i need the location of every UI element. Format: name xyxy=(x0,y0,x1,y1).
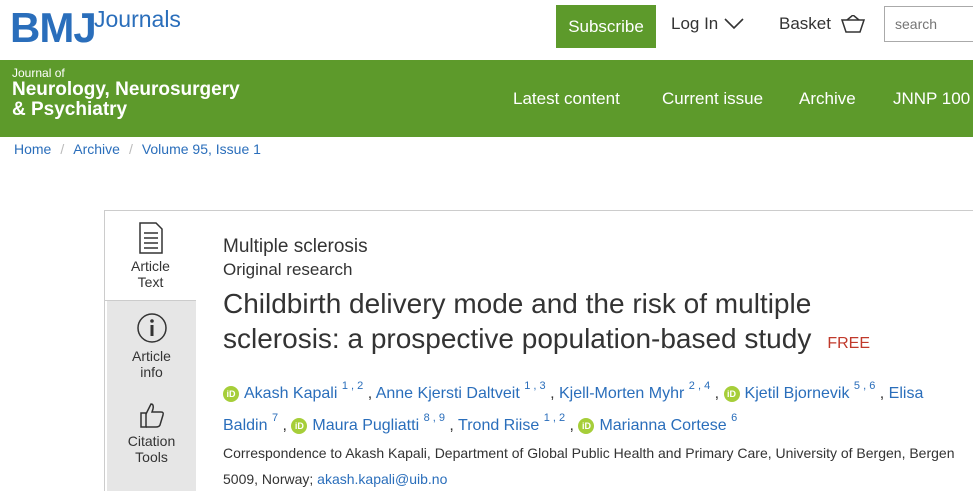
article-title-text: Childbirth delivery mode and the risk of… xyxy=(223,288,812,354)
journal-title-line2: & Psychiatry xyxy=(12,99,128,120)
breadcrumb-issue[interactable]: Volume 95, Issue 1 xyxy=(142,141,261,157)
author-list: iD Akash Kapali 1 , 2 , Anne Kjersti Dalt… xyxy=(223,380,924,435)
login-button[interactable]: Log In xyxy=(671,14,744,34)
tool-article-info[interactable]: Article info xyxy=(106,312,197,380)
author-affiliation[interactable]: 1 , 2 xyxy=(342,380,363,392)
search-input[interactable] xyxy=(884,6,973,42)
author-name[interactable]: Kjell-Morten Myhr xyxy=(559,385,684,402)
orcid-icon[interactable]: iD xyxy=(223,386,239,402)
nav-archive[interactable]: Archive xyxy=(799,89,856,109)
author-affiliation[interactable]: 2 , 4 xyxy=(689,380,710,392)
tool-article-info-label2: info xyxy=(140,364,163,380)
basket-icon xyxy=(840,15,865,33)
journal-title-line1: Neurology, Neurosurgery xyxy=(12,79,240,100)
correspondence-email-link[interactable]: akash.kapali@uib.no xyxy=(317,471,447,487)
author-name[interactable]: Akash Kapali xyxy=(244,385,337,402)
top-bar: BMJ Journals Subscribe Log In Basket xyxy=(0,0,973,60)
free-access-badge: FREE xyxy=(827,335,870,352)
author-item: Trond Riise 1 , 2 xyxy=(458,413,565,435)
tool-citation-tools-label1: Citation xyxy=(127,433,176,449)
orcid-icon[interactable]: iD xyxy=(291,418,308,434)
breadcrumb-home[interactable]: Home xyxy=(14,141,51,157)
tool-article-text-label1: Article xyxy=(131,258,170,274)
info-icon xyxy=(136,313,167,343)
login-label: Log In xyxy=(671,14,719,33)
author-item: iD Maura Pugliatti 8 , 9 xyxy=(291,413,445,434)
orcid-icon[interactable]: iD xyxy=(578,418,595,434)
author-affiliation[interactable]: 1 , 2 xyxy=(544,412,565,424)
tool-article-text[interactable]: Article Text xyxy=(105,212,196,301)
author-item: iD Kjetil Bjornevik 5 , 6 xyxy=(723,381,875,402)
chevron-down-icon xyxy=(724,18,744,30)
journal-title-prefix: Journal of xyxy=(12,66,65,80)
author-item: Kjell-Morten Myhr 2 , 4 xyxy=(559,381,710,403)
author-affiliation[interactable]: 7 xyxy=(272,412,278,424)
author-item: iD Akash Kapali 1 , 2 xyxy=(223,381,363,402)
subscribe-button[interactable]: Subscribe xyxy=(556,5,656,48)
author-affiliation[interactable]: 6 xyxy=(731,412,737,424)
basket-label: Basket xyxy=(779,14,831,33)
journals-logo-text: Journals xyxy=(94,6,181,32)
author-affiliation[interactable]: 8 , 9 xyxy=(424,412,445,424)
bmj-logo-text: BMJ xyxy=(10,4,97,51)
journal-nav-bar: Journal of Neurology, Neurosurgery & Psy… xyxy=(0,60,973,137)
basket-button[interactable]: Basket xyxy=(779,14,865,34)
tool-citation-tools[interactable]: Citation Tools xyxy=(106,401,197,465)
tool-article-info-label1: Article xyxy=(132,348,171,364)
author-name[interactable]: Marianna Cortese xyxy=(599,417,726,434)
author-name[interactable]: Trond Riise xyxy=(458,417,539,434)
article-title: Childbirth delivery mode and the risk of… xyxy=(223,286,873,361)
document-icon xyxy=(138,222,163,254)
nav-latest-content[interactable]: Latest content xyxy=(513,89,620,109)
author-affiliation[interactable]: 5 , 6 xyxy=(854,380,875,392)
author-name[interactable]: Anne Kjersti Daltveit xyxy=(376,385,520,402)
article-header: Multiple sclerosis Original research Chi… xyxy=(223,236,973,361)
article-type: Original research xyxy=(223,260,353,279)
breadcrumb-archive[interactable]: Archive xyxy=(73,141,120,157)
orcid-icon[interactable]: iD xyxy=(723,386,740,402)
breadcrumb: Home / Archive / Volume 95, Issue 1 xyxy=(14,141,261,157)
author-item: iD Marianna Cortese 6 xyxy=(578,413,737,434)
tool-article-text-label2: Text xyxy=(137,274,164,290)
author-item: Anne Kjersti Daltveit 1 , 3 xyxy=(376,381,546,403)
correspondence: Correspondence to Akash Kapali, Departme… xyxy=(223,440,968,491)
tool-citation-tools-label2: Tools xyxy=(135,449,168,465)
nav-jnnp-100[interactable]: JNNP 100 xyxy=(893,89,970,109)
author-affiliation[interactable]: 1 , 3 xyxy=(524,380,545,392)
journal-title[interactable]: Journal of Neurology, Neurosurgery & Psy… xyxy=(12,66,240,120)
author-name[interactable]: Maura Pugliatti xyxy=(312,417,419,434)
nav-current-issue[interactable]: Current issue xyxy=(662,89,763,109)
article-subject[interactable]: Multiple sclerosis xyxy=(223,236,973,258)
author-name[interactable]: Kjetil Bjornevik xyxy=(745,385,850,402)
thumbs-up-icon xyxy=(139,403,164,428)
